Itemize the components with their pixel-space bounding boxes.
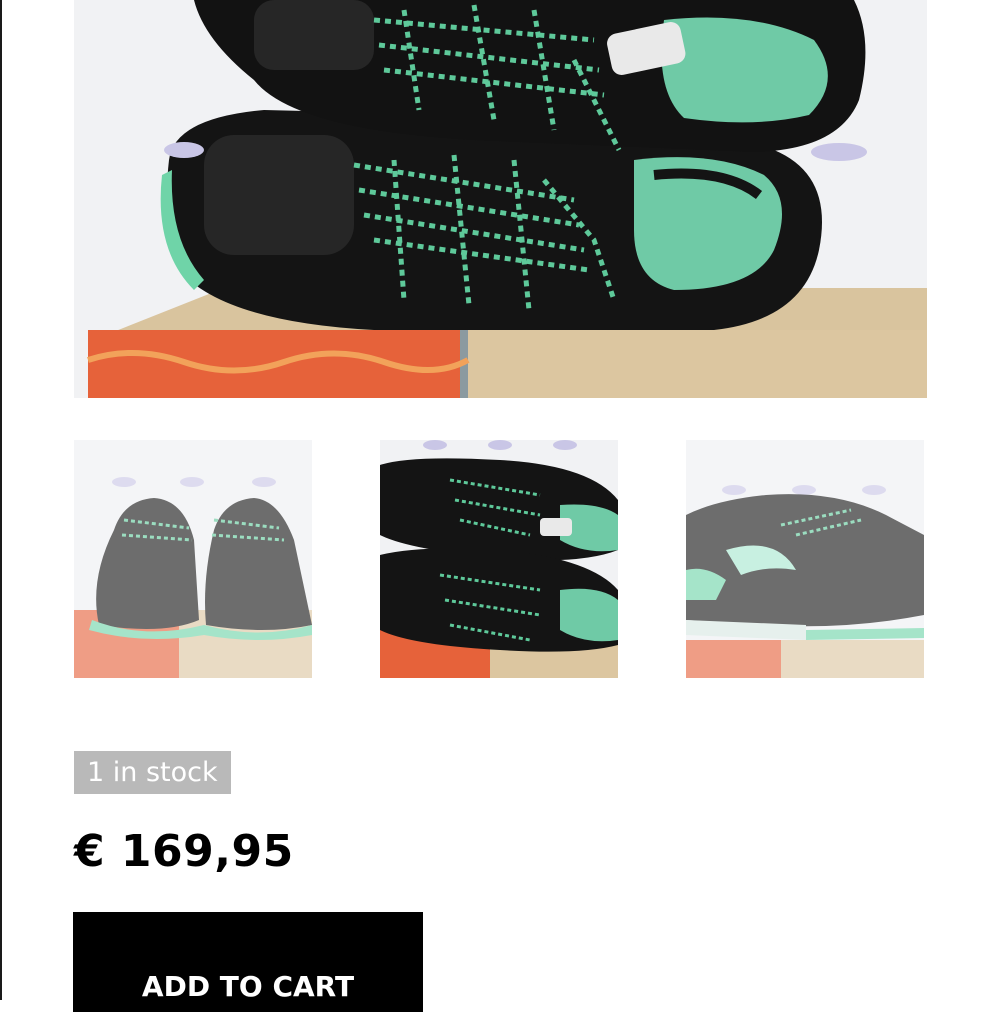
thumbnail-3[interactable]: [686, 440, 924, 678]
product-price: € 169,95: [74, 826, 294, 877]
main-product-photo: [74, 0, 927, 398]
stock-status-badge: 1 in stock: [74, 751, 231, 794]
thumbnail-3-photo: [686, 440, 924, 678]
add-to-cart-button[interactable]: ADD TO CART: [73, 912, 423, 1012]
thumbnail-2-photo: [380, 440, 618, 678]
thumbnail-2[interactable]: [380, 440, 618, 678]
main-product-image[interactable]: [74, 0, 927, 398]
thumbnail-1[interactable]: [74, 440, 312, 678]
thumbnail-1-photo: [74, 440, 312, 678]
page-edge-divider: [0, 0, 2, 1000]
